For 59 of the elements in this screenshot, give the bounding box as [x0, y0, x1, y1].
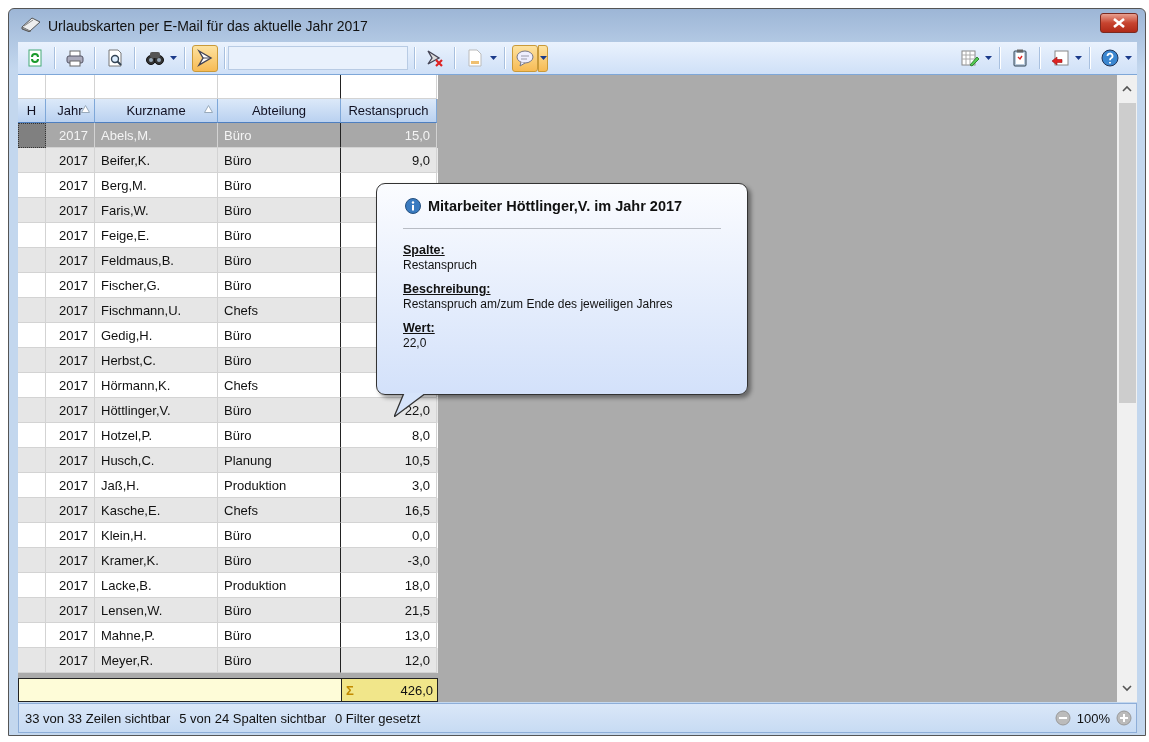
table-row[interactable]: 2017 Husch,C. Planung 10,5 — [18, 448, 438, 473]
table-row[interactable]: 2017 Kasche,E. Chefs 16,5 — [18, 498, 438, 523]
table-row[interactable]: 2017 Mahne,P. Büro 13,0 — [18, 623, 438, 648]
table-row[interactable]: 2017 Berg,M. Büro — [18, 173, 438, 198]
table-cell: 2017 — [46, 648, 95, 673]
refresh-icon — [26, 49, 44, 67]
table-cell: Büro — [218, 648, 341, 673]
filter-input[interactable] — [228, 46, 408, 70]
vertical-scrollbar[interactable] — [1117, 75, 1137, 702]
table-row[interactable]: 2017 Beifer,K. Büro 9,0 — [18, 148, 438, 173]
table-cell: Meyer,R. — [95, 648, 218, 673]
document-icon — [466, 49, 484, 67]
printer-icon — [66, 49, 84, 67]
dropdown-button[interactable] — [538, 44, 548, 72]
scrollbar-thumb[interactable] — [1118, 103, 1136, 403]
column-header[interactable]: Kurzname — [95, 99, 218, 123]
tooltip-text: 22,0 — [403, 336, 428, 350]
sum-symbol: Σ — [346, 682, 354, 698]
caret-icon — [539, 56, 547, 60]
caret-icon — [1124, 56, 1132, 60]
cards-icon — [20, 16, 42, 32]
binoculars-icon — [146, 49, 164, 67]
tooltip-heading: Wert: — [403, 321, 436, 335]
table-row[interactable]: 2017 Höttlinger,V. Büro 22,0 — [18, 398, 438, 423]
scroll-up-icon — [1122, 85, 1132, 93]
column-header[interactable]: Abteilung — [218, 99, 341, 123]
table-pencil-icon — [961, 49, 979, 67]
close-button[interactable] — [1100, 12, 1138, 33]
table-row[interactable]: 2017 Hotzel,P. Büro 8,0 — [18, 423, 438, 448]
column-header[interactable]: Restanspruch — [340, 99, 437, 123]
caret-icon — [1074, 56, 1082, 60]
zoom-out-icon[interactable] — [1054, 710, 1071, 726]
status-text: 33 von 33 Zeilen sichtbar — [25, 710, 171, 726]
close-icon — [1112, 17, 1126, 28]
status-text: 5 von 24 Spalten sichtbar — [179, 710, 326, 726]
help-icon — [1101, 49, 1119, 67]
table-row[interactable]: 2017 Jaß,H. Produktion 3,0 — [18, 473, 438, 498]
caret-icon — [984, 56, 992, 60]
clipboard-icon — [1011, 49, 1029, 67]
caret-icon — [169, 56, 177, 60]
table-cell: 12,0 — [340, 648, 437, 673]
column-header[interactable]: Jahr — [46, 99, 95, 123]
scroll-down-icon — [1122, 684, 1132, 692]
column-header[interactable]: H — [18, 99, 46, 123]
zoom-in-icon[interactable] — [1116, 710, 1132, 726]
zoom-level: 100% — [1076, 710, 1110, 726]
table-row[interactable]: 2017 Lensen,W. Büro 21,5 — [18, 598, 438, 623]
table-row[interactable]: 2017 Lacke,B. Produktion 18,0 — [18, 573, 438, 598]
status-text: 0 Filter gesetzt — [335, 710, 421, 726]
print-preview-icon — [106, 49, 124, 67]
speech-bubble-icon — [516, 49, 534, 67]
row-marker — [18, 123, 46, 148]
table-row[interactable]: 2017 Kramer,K. Büro -3,0 — [18, 548, 438, 573]
table-row[interactable]: 2017 Klein,H. Büro 0,0 — [18, 523, 438, 548]
caret-icon — [489, 56, 497, 60]
table-row[interactable]: 2017 Meyer,R. Büro 12,0 — [18, 648, 438, 673]
window-title: Urlaubskarten per E-Mail für das aktuelle Jahr 2017 — [48, 17, 369, 34]
info-icon — [405, 198, 421, 214]
sum-value: 426,0 — [400, 682, 433, 698]
